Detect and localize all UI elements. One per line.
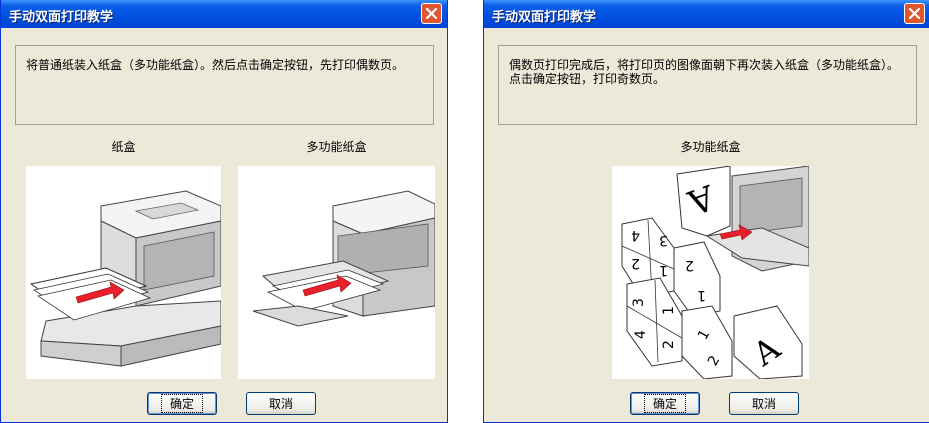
printer-mp-tray-image	[252, 190, 436, 327]
dialog-title: 手动双面打印教学	[9, 10, 114, 25]
caption-mp-tray: 多功能纸盒	[306, 140, 367, 154]
instruction-text: 偶数页打印完成后，将打印页的图像面朝下再次装入纸盒（多功能纸盒）。点击确定按钮，…	[509, 58, 900, 86]
paper-tray-illustration	[26, 166, 222, 379]
instruction-box: 偶数页打印完成后，将打印页的图像面朝下再次装入纸盒（多功能纸盒）。点击确定按钮，…	[498, 45, 917, 125]
title-bar[interactable]: 手动双面打印教学	[1, 0, 447, 28]
printer-paper-tray-image	[29, 190, 222, 367]
caption-paper-tray: 纸盒	[111, 140, 136, 154]
ok-button-label: 确定	[643, 394, 686, 413]
dialog-duplex-tutorial-step1: 手动双面打印教学 将普通纸装入纸盒（多功能纸盒）。然后点击确定按钮，先打印偶数页…	[0, 0, 448, 423]
page-number: 2	[661, 340, 677, 349]
close-button[interactable]	[421, 3, 442, 24]
mp-tray-reload-illustration: A 4 3 2 1 2 1 3 1 4 2 1 2 A	[612, 165, 810, 380]
caption-mp-tray: 多功能纸盒	[680, 140, 741, 154]
page-number: 1	[661, 306, 677, 315]
page-number: 3	[631, 298, 647, 307]
page-reload-image: A 4 3 2 1 2 1 3 1 4 2 1 2 A	[621, 165, 810, 380]
mp-tray-illustration	[238, 166, 436, 379]
page-number: 1	[697, 287, 706, 303]
close-x-icon	[426, 8, 437, 19]
dialog-duplex-tutorial-step2: 手动双面打印教学 偶数页打印完成后，将打印页的图像面朝下再次装入纸盒（多功能纸盒…	[483, 0, 929, 423]
instruction-text: 将普通纸装入纸盒（多功能纸盒）。然后点击确定按钮，先打印偶数页。	[26, 58, 405, 72]
cancel-button-label: 取消	[268, 397, 293, 411]
instruction-box: 将普通纸装入纸盒（多功能纸盒）。然后点击确定按钮，先打印偶数页。	[15, 45, 434, 125]
ok-button[interactable]: 确定	[147, 392, 217, 415]
page-number: 1	[659, 262, 668, 278]
page-number: 4	[633, 330, 649, 339]
dialog-title: 手动双面打印教学	[492, 10, 597, 25]
cancel-button[interactable]: 取消	[246, 392, 316, 415]
ok-button-label: 确定	[160, 394, 203, 413]
cancel-button-label: 取消	[751, 397, 776, 411]
page-number: 3	[659, 232, 668, 248]
cancel-button[interactable]: 取消	[729, 392, 799, 415]
page-number: 2	[631, 255, 640, 271]
ok-button[interactable]: 确定	[630, 392, 700, 415]
close-x-icon	[909, 8, 920, 19]
close-button[interactable]	[904, 3, 925, 24]
page-number: 4	[631, 227, 640, 243]
page-number: 2	[685, 257, 694, 273]
title-bar[interactable]: 手动双面打印教学	[484, 0, 929, 28]
